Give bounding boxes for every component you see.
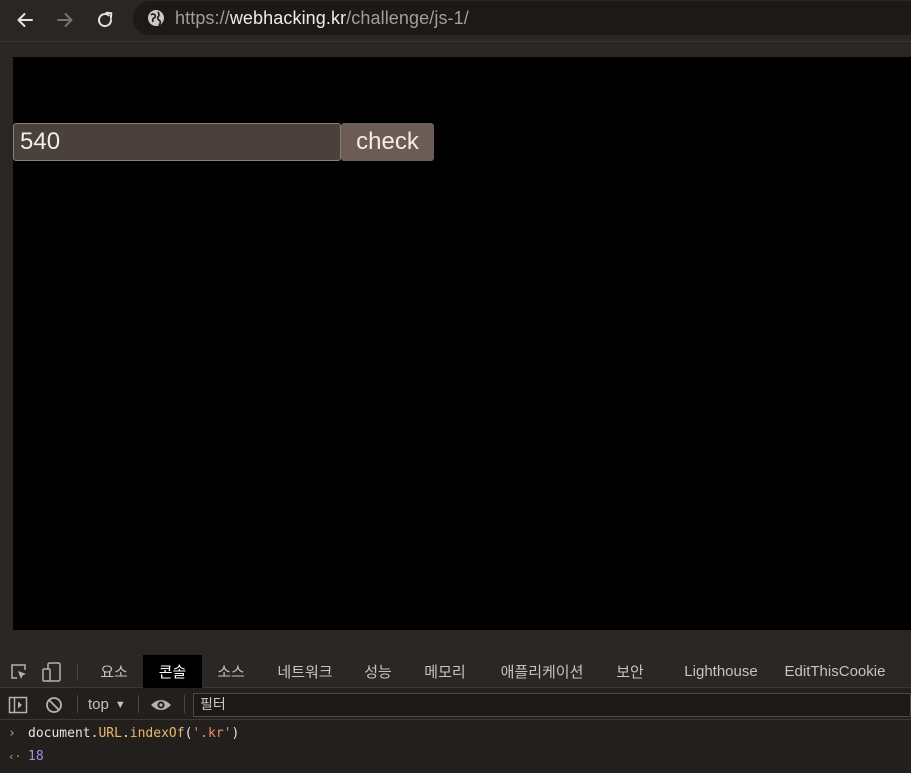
forward-button[interactable] [51,6,79,34]
token-string: '.kr' [192,725,232,741]
live-expression-button[interactable] [149,693,173,717]
execution-context-select[interactable]: top ▼ [88,689,126,720]
reload-icon [98,11,113,28]
browser-toolbar: https://webhacking.kr/challenge/js-1/ [0,0,911,42]
token-object: document [28,725,91,741]
site-info-button[interactable] [145,7,167,29]
show-sidebar-icon [8,696,28,714]
tab-security[interactable]: 보안 [602,655,658,688]
token-method: indexOf [129,725,185,741]
tab-sources[interactable]: 소스 [202,655,260,688]
globe-icon [148,10,164,26]
tab-separator [77,663,78,681]
console-input-line: › document.URL.indexOf('.kr') [0,722,911,744]
toolbar-separator [77,695,78,713]
address-bar[interactable]: https://webhacking.kr/challenge/js-1/ [133,1,911,35]
device-toolbar-button[interactable] [40,660,64,684]
tab-application[interactable]: 애플리케이션 [484,655,600,688]
context-label: top [88,696,109,713]
back-button[interactable] [11,6,39,34]
tab-performance[interactable]: 성능 [350,655,406,688]
tab-elements[interactable]: 요소 [86,655,142,688]
console-input-expression: document.URL.indexOf('.kr') [28,726,239,741]
live-expression-eye-icon [151,700,171,710]
answer-input[interactable] [13,123,341,161]
inspect-element-icon [11,664,26,679]
url-scheme: https:// [175,7,230,28]
console-output: › document.URL.indexOf('.kr') ‹· 18 [0,721,911,773]
url-host: webhacking.kr [229,7,347,28]
token-paren-close: ) [231,725,240,741]
arrow-right-icon [57,13,73,27]
toolbar-separator [138,695,139,713]
console-result-line: ‹· 18 [0,745,911,767]
inspect-element-button[interactable] [7,660,31,684]
url-text: https://webhacking.kr/challenge/js-1/ [175,8,469,29]
check-button[interactable]: check [341,123,434,161]
tab-lighthouse[interactable]: Lighthouse [672,655,770,688]
arrow-left-icon [17,13,33,27]
result-prompt: ‹· [8,749,22,763]
device-toolbar-icon [42,662,61,682]
console-toolbar: top ▼ [0,689,911,720]
reload-button[interactable] [91,6,119,34]
clear-console-icon [46,697,62,713]
url-path: /challenge/js-1/ [346,7,469,28]
tab-editthiscookie[interactable]: EditThisCookie [776,655,894,688]
filter-input[interactable] [193,693,911,717]
input-prompt: › [8,725,16,741]
token-dot: . [121,725,130,741]
console-result-value: 18 [28,748,44,764]
token-property: URL [98,725,122,741]
tab-console[interactable]: 콘솔 [143,655,202,688]
devtools-panel: 요소 콘솔 소스 네트워크 성능 메모리 애플리케이션 보안 Lighthous… [0,655,911,773]
tab-network[interactable]: 네트워크 [262,655,348,688]
page-viewport: check [13,57,911,630]
toolbar-separator [184,695,185,713]
clear-console-button[interactable] [42,693,66,717]
show-sidebar-button[interactable] [6,693,30,717]
caret-down-icon: ▼ [114,698,126,711]
devtools-tab-bar: 요소 콘솔 소스 네트워크 성능 메모리 애플리케이션 보안 Lighthous… [0,655,911,688]
tab-memory[interactable]: 메모리 [408,655,482,688]
